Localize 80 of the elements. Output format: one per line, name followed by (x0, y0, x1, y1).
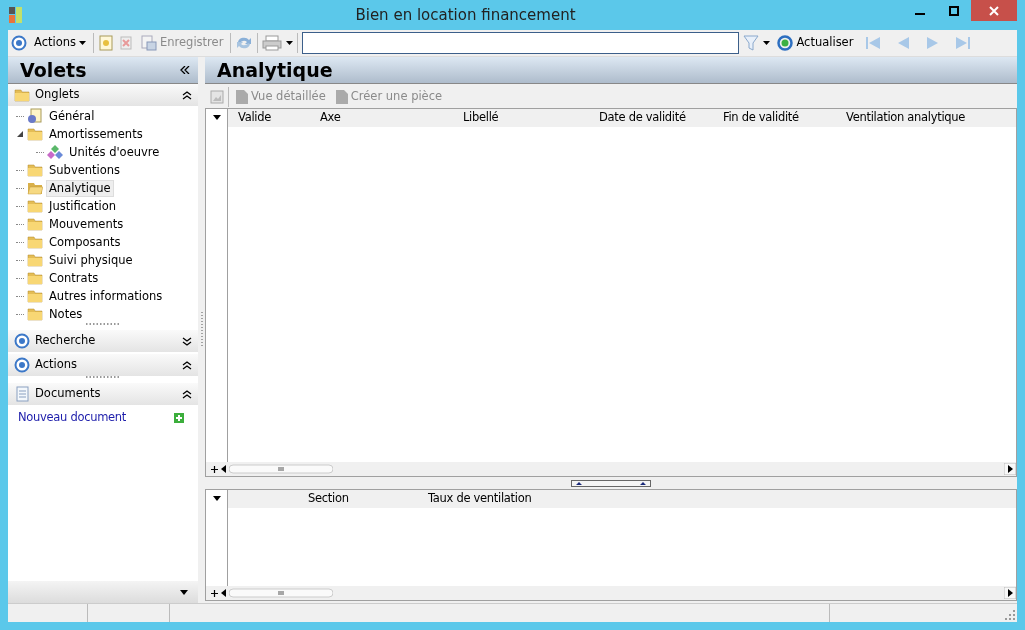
folder-icon (14, 87, 30, 103)
folder-icon (27, 270, 43, 286)
tree-item[interactable]: Amortissements (46, 125, 146, 143)
caret-icon[interactable] (212, 115, 221, 120)
tree-item[interactable]: Autres informations (46, 287, 166, 305)
settings-page-icon (27, 108, 43, 124)
target-icon[interactable] (11, 35, 27, 51)
column-header[interactable]: Fin de validité (713, 109, 836, 127)
expanded-arrow-icon[interactable] (16, 130, 24, 138)
document-icon (14, 386, 30, 402)
save-icon (141, 35, 157, 51)
tree-item[interactable]: Notes (46, 305, 86, 323)
open-folder-icon (27, 180, 43, 196)
collapse-icon[interactable] (182, 360, 192, 370)
folder-icon (27, 216, 43, 232)
page-icon (335, 90, 348, 104)
caret-icon[interactable] (763, 41, 771, 45)
tree-item[interactable]: Unités d'oeuvre (66, 143, 163, 161)
window-title: Bien en location financement (354, 4, 577, 26)
actions-menu[interactable]: Actions (31, 33, 89, 53)
panel-header[interactable]: Recherche (8, 330, 198, 352)
caret-icon[interactable] (286, 41, 294, 45)
caret-icon (79, 41, 86, 45)
folder-icon (27, 126, 43, 142)
folder-icon (27, 198, 43, 214)
panel-header[interactable]: Onglets (8, 84, 198, 106)
folder-icon (27, 306, 43, 322)
plus-icon[interactable] (210, 588, 219, 598)
close-icon (989, 5, 999, 16)
tree-item[interactable]: Justification (46, 197, 120, 215)
tree-item[interactable]: Général (46, 107, 98, 125)
caret-icon[interactable] (180, 589, 188, 595)
scrollbar-thumb[interactable] (229, 464, 333, 474)
refresh-icon (777, 35, 794, 51)
scroll-left-icon[interactable] (221, 465, 227, 473)
resize-grip-icon[interactable] (1005, 610, 1015, 620)
tree-item[interactable]: Mouvements (46, 215, 127, 233)
expand-icon[interactable] (182, 336, 192, 346)
column-header[interactable]: Taux de ventilation (418, 490, 618, 508)
pane-title: Volets (20, 57, 87, 83)
folder-icon (27, 162, 43, 178)
tree-item[interactable]: Analytique (46, 179, 114, 197)
column-header[interactable]: Valide (228, 109, 310, 127)
search-field[interactable] (302, 32, 740, 54)
scroll-right-icon[interactable] (1004, 587, 1016, 599)
column-header[interactable]: Section (298, 490, 418, 508)
panel-header[interactable]: Actions (8, 354, 198, 376)
add-icon[interactable] (174, 412, 184, 423)
column-header[interactable]: Libellé (453, 109, 589, 127)
scroll-left-icon[interactable] (221, 589, 227, 597)
close-button[interactable] (971, 0, 1017, 21)
splitter-grip-icon[interactable] (200, 312, 203, 348)
tree-item[interactable]: Contrats (46, 269, 102, 287)
refresh-button[interactable]: Actualiser (774, 33, 857, 53)
column-header[interactable]: Date de validité (589, 109, 713, 127)
folder-icon (27, 288, 43, 304)
column-header[interactable]: Ventilation analytique (836, 109, 986, 127)
minimize-icon (915, 13, 925, 15)
plus-icon[interactable] (210, 464, 219, 474)
collapse-icon[interactable] (182, 389, 192, 399)
folder-icon (27, 234, 43, 250)
target-icon (14, 333, 30, 349)
splitter-handle-icon[interactable] (571, 480, 651, 487)
caret-icon[interactable] (212, 496, 221, 501)
scrollbar-thumb[interactable] (229, 588, 333, 598)
folder-icon (27, 252, 43, 268)
tree-item[interactable]: Suivi physique (46, 251, 136, 269)
tree-item[interactable]: Subventions (46, 161, 124, 179)
maximize-icon (949, 5, 959, 16)
shapes-icon (47, 144, 63, 160)
column-header[interactable]: Axe (310, 109, 453, 127)
page-icon (236, 90, 248, 104)
new-document-link[interactable]: Nouveau document (18, 409, 127, 427)
tree-item[interactable]: Composants (46, 233, 124, 251)
collapse-icon[interactable] (182, 90, 192, 100)
collapse-icon[interactable] (180, 66, 190, 74)
target-icon (14, 357, 30, 373)
pane-title: Analytique (217, 57, 333, 83)
panel-header[interactable]: Documents (8, 383, 198, 405)
scroll-right-icon[interactable] (1004, 463, 1016, 475)
